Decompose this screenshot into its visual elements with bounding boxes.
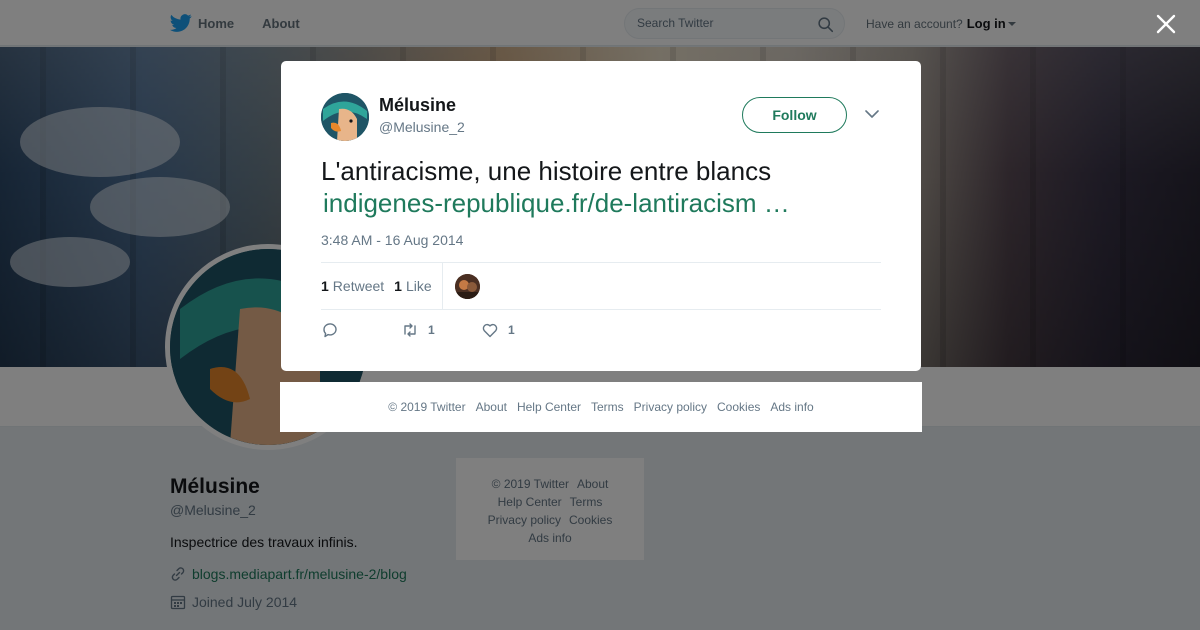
tweet-stats: 1 Retweet 1 Like <box>321 262 881 310</box>
follow-button[interactable]: Follow <box>742 97 847 133</box>
chevron-down-icon[interactable] <box>865 109 879 119</box>
tweet-text: L'antiracisme, une histoire entre blancs <box>321 156 772 186</box>
like-stat-count: 1 <box>394 278 402 294</box>
tweet-author-avatar[interactable] <box>321 93 369 141</box>
modal-footer-copyright: © 2019 Twitter <box>388 400 466 414</box>
like-stat-label: Like <box>405 278 432 294</box>
stats-divider <box>441 262 443 310</box>
like-action-count: 1 <box>508 323 515 337</box>
like-action[interactable]: 1 <box>481 321 561 339</box>
tweet-author-name[interactable]: Mélusine <box>379 95 456 116</box>
liker-avatar-image <box>454 273 480 299</box>
retweet-stat-label: Retweet <box>332 278 385 294</box>
modal-footer-terms-link[interactable]: Terms <box>591 400 624 414</box>
tweet-author-handle[interactable]: @Melusine_2 <box>379 119 465 135</box>
retweet-icon[interactable] <box>401 321 419 339</box>
retweet-stat[interactable]: 1 Retweet <box>321 278 384 294</box>
retweet-stat-count: 1 <box>321 278 329 294</box>
reply-icon[interactable] <box>321 321 339 339</box>
reply-action[interactable] <box>321 321 401 339</box>
modal-footer-about-link[interactable]: About <box>476 400 507 414</box>
tweet-author-avatar-image <box>321 93 369 141</box>
modal-footer: © 2019 Twitter About Help Center Terms P… <box>280 382 922 432</box>
close-icon[interactable] <box>1154 12 1178 36</box>
modal-footer-help-link[interactable]: Help Center <box>517 400 581 414</box>
modal-footer-cookies-link[interactable]: Cookies <box>717 400 760 414</box>
modal-footer-privacy-link[interactable]: Privacy policy <box>634 400 707 414</box>
retweet-action[interactable]: 1 <box>401 321 481 339</box>
like-stat[interactable]: 1 Like <box>394 278 431 294</box>
retweet-action-count: 1 <box>428 323 435 337</box>
tweet-modal: Mélusine @Melusine_2 Follow L'antiracism… <box>281 61 921 371</box>
tweet-actions: 1 1 <box>321 321 561 339</box>
tweet-timestamp[interactable]: 3:48 AM - 16 Aug 2014 <box>321 232 463 248</box>
modal-footer-ads-link[interactable]: Ads info <box>770 400 813 414</box>
tweet-link[interactable]: indigenes-republique.fr/de-lantiracism … <box>323 187 790 219</box>
liker-avatar[interactable] <box>454 273 480 299</box>
heart-icon[interactable] <box>481 321 499 339</box>
